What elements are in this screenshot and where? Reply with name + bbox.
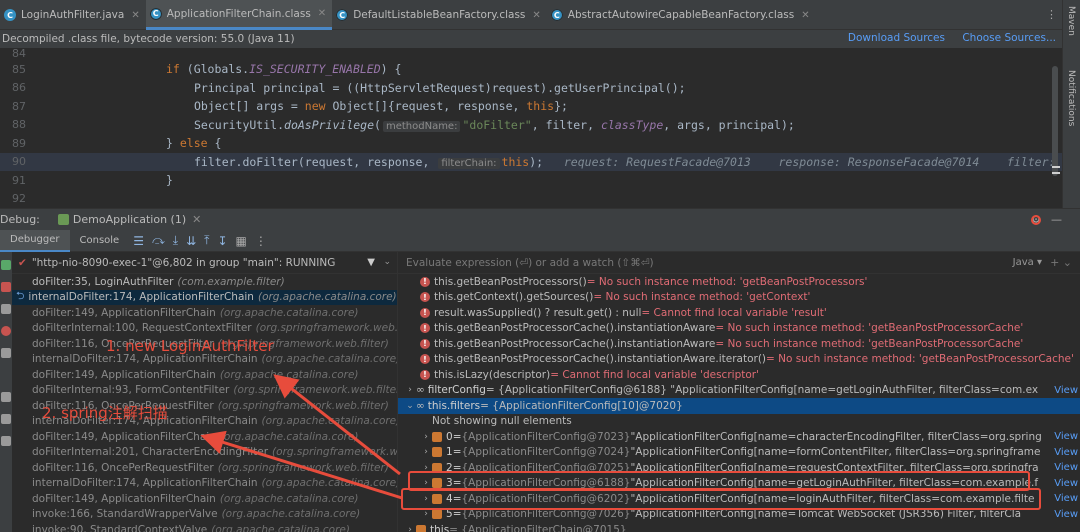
annotation-arrow-1: [273, 374, 401, 476]
annotation-arrow-2: [200, 430, 403, 500]
annotation-arrows: [200, 374, 403, 500]
